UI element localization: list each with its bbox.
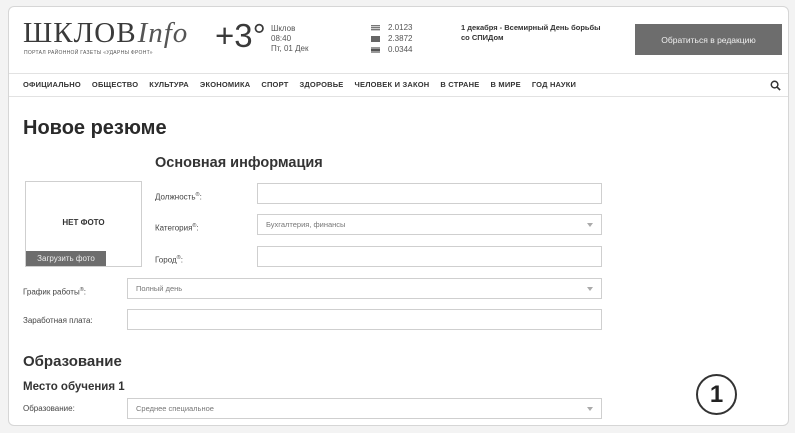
weather-info: Шклов 08:40 Пт, 01 Дек xyxy=(271,24,308,54)
weather-date: Пт, 01 Дек xyxy=(271,44,309,53)
city-label: Город®: xyxy=(155,255,183,265)
nav-item-science-year[interactable]: ГОД НАУКИ xyxy=(532,80,576,89)
weather-city: Шклов xyxy=(271,24,296,33)
education-label: Образование: xyxy=(23,404,75,413)
nav-items: ОФИЦИАЛЬНО ОБЩЕСТВО КУЛЬТУРА ЭКОНОМИКА С… xyxy=(23,80,576,89)
no-photo-text: НЕТ ФОТО xyxy=(62,218,105,227)
rate-value: 0.0344 xyxy=(388,45,413,54)
section-title-main: Основная информация xyxy=(155,155,323,171)
nav-item-country[interactable]: В СТРАНЕ xyxy=(440,80,479,89)
position-input[interactable] xyxy=(257,183,602,204)
flag-eur-icon xyxy=(371,35,380,42)
rate-row-eur: 2.3872 xyxy=(371,33,412,44)
flag-rub-icon xyxy=(371,46,380,53)
category-select[interactable]: Бухгалтерия, финансы xyxy=(257,214,602,235)
schedule-label: График работы®: xyxy=(23,287,87,297)
rate-row-rub: 0.0344 xyxy=(371,44,412,55)
nav-item-world[interactable]: В МИРЕ xyxy=(490,80,520,89)
logo-wordmark: ШКЛОВInfo xyxy=(23,17,189,49)
photo-placeholder: НЕТ ФОТО Загрузить фото xyxy=(25,181,142,267)
search-icon[interactable] xyxy=(770,80,781,91)
nav-item-human-law[interactable]: ЧЕЛОВЕК И ЗАКОН xyxy=(355,80,430,89)
figure-number-badge: 1 xyxy=(696,374,737,415)
logo-tagline: ПОРТАЛ РАЙОННОЙ ГАЗЕТЫ «УДАРНЫ ФРОНТ» xyxy=(24,50,153,56)
contact-editor-button[interactable]: Обратиться в редакцию xyxy=(635,24,782,55)
flag-usd-icon xyxy=(371,24,380,31)
city-input[interactable] xyxy=(257,246,602,267)
salary-input[interactable] xyxy=(127,309,602,330)
nav-item-society[interactable]: ОБЩЕСТВО xyxy=(92,80,138,89)
nav-item-official[interactable]: ОФИЦИАЛЬНО xyxy=(23,80,81,89)
weather-temperature: +3° xyxy=(215,17,266,54)
site-logo[interactable]: ШКЛОВInfo ПОРТАЛ РАЙОННОЙ ГАЗЕТЫ «УДАРНЫ… xyxy=(23,17,193,59)
upload-photo-button[interactable]: Загрузить фото xyxy=(26,251,106,266)
currency-rates: 2.0123 2.3872 0.0344 xyxy=(371,22,412,55)
salary-label: Заработная плата: xyxy=(23,316,93,325)
schedule-select[interactable]: Полный день xyxy=(127,278,602,299)
weather-time: 08:40 xyxy=(271,34,292,43)
nav-item-health[interactable]: ЗДОРОВЬЕ xyxy=(299,80,343,89)
header-news-link[interactable]: 1 декабря - Всемирный День борьбы со СПИ… xyxy=(461,23,611,43)
rate-value: 2.3872 xyxy=(388,34,413,43)
category-label: Категория®: xyxy=(155,223,199,233)
page-title: Новое резюме xyxy=(23,117,167,139)
study-place-title: Место обучения 1 xyxy=(23,381,125,393)
nav-item-economy[interactable]: ЭКОНОМИКА xyxy=(200,80,250,89)
rate-row-usd: 2.0123 xyxy=(371,22,412,33)
education-select[interactable]: Среднее специальное xyxy=(127,398,602,419)
nav-item-culture[interactable]: КУЛЬТУРА xyxy=(149,80,189,89)
education-section-title: Образование xyxy=(23,353,122,370)
nav-item-sport[interactable]: СПОРТ xyxy=(261,80,288,89)
rate-value: 2.0123 xyxy=(388,23,413,32)
page-frame: ШКЛОВInfo ПОРТАЛ РАЙОННОЙ ГАЗЕТЫ «УДАРНЫ… xyxy=(8,6,789,426)
logo-info-text: Info xyxy=(137,17,189,49)
main-nav: ОФИЦИАЛЬНО ОБЩЕСТВО КУЛЬТУРА ЭКОНОМИКА С… xyxy=(9,73,788,97)
position-label: Должность®: xyxy=(155,192,202,202)
